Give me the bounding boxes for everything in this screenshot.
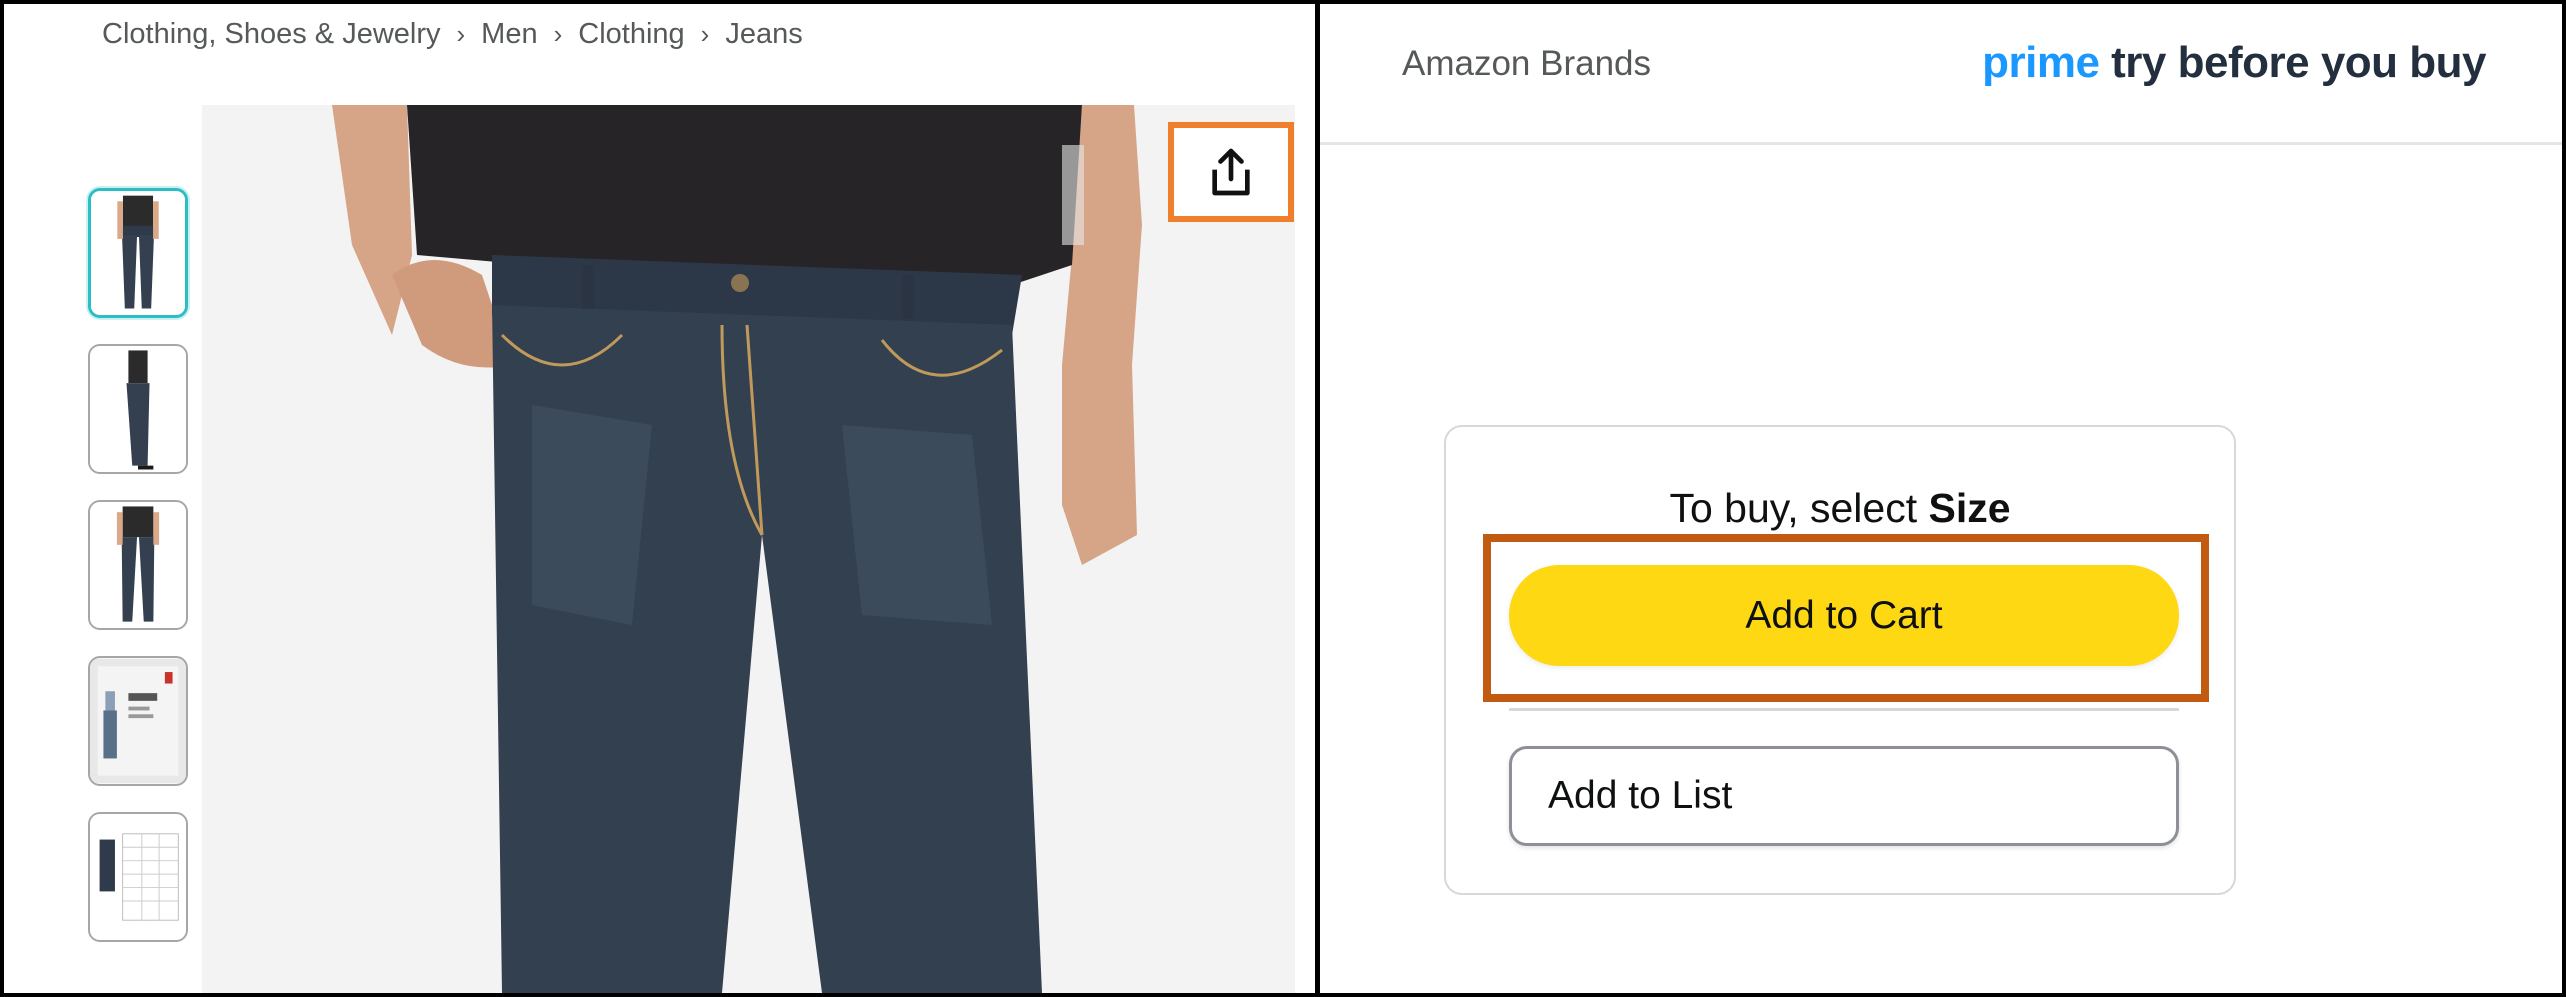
share-icon — [1212, 148, 1250, 196]
add-to-cart-button[interactable]: Add to Cart — [1509, 565, 2179, 666]
thumbnail-side-view[interactable] — [88, 344, 188, 474]
add-to-list-button[interactable]: Add to List — [1509, 746, 2179, 846]
select-size-prompt-size: Size — [1928, 485, 2011, 531]
thumbnail-size-chart[interactable] — [88, 812, 188, 942]
store-header: Amazon Brands prime try before you buy — [1320, 4, 2562, 145]
jeans-back-thumbnail-image — [90, 502, 186, 628]
buy-box-divider — [1509, 708, 2179, 711]
breadcrumb-separator: › — [700, 19, 710, 49]
size-chart-thumbnail-image — [90, 814, 186, 940]
select-size-prompt-text: To buy, select — [1669, 485, 1929, 531]
prime-tagline: try before you buy — [2111, 38, 2486, 87]
breadcrumb: Clothing, Shoes & Jewelry › Men › Clothi… — [102, 18, 803, 51]
thumbnail-fit-guide[interactable] — [88, 656, 188, 786]
fit-guide-thumbnail-image — [90, 658, 186, 784]
thumbnail-front-view[interactable] — [88, 188, 188, 318]
breadcrumb-separator: › — [553, 19, 563, 49]
prime-logo-text: prime — [1982, 38, 2100, 87]
jeans-front-thumbnail-image — [91, 191, 185, 315]
amazon-brands-link[interactable]: Amazon Brands — [1402, 44, 1651, 84]
thumbnail-back-view[interactable] — [88, 500, 188, 630]
main-product-image[interactable] — [202, 105, 1295, 993]
breadcrumb-item-clothing-shoes-jewelry[interactable]: Clothing, Shoes & Jewelry — [102, 18, 441, 51]
breadcrumb-separator: › — [456, 19, 466, 49]
breadcrumb-item-jeans[interactable]: Jeans — [725, 18, 802, 51]
share-button[interactable] — [1168, 122, 1294, 222]
breadcrumb-item-clothing[interactable]: Clothing — [578, 18, 684, 51]
prime-try-before-you-buy-badge[interactable]: prime try before you buy — [1982, 38, 2486, 88]
select-size-prompt: To buy, select Size — [1446, 485, 2234, 532]
breadcrumb-item-men[interactable]: Men — [481, 18, 537, 51]
jeans-side-thumbnail-image — [90, 346, 186, 472]
product-gallery-panel: Clothing, Shoes & Jewelry › Men › Clothi… — [4, 4, 1315, 993]
jeans-model-photo — [202, 105, 1295, 993]
